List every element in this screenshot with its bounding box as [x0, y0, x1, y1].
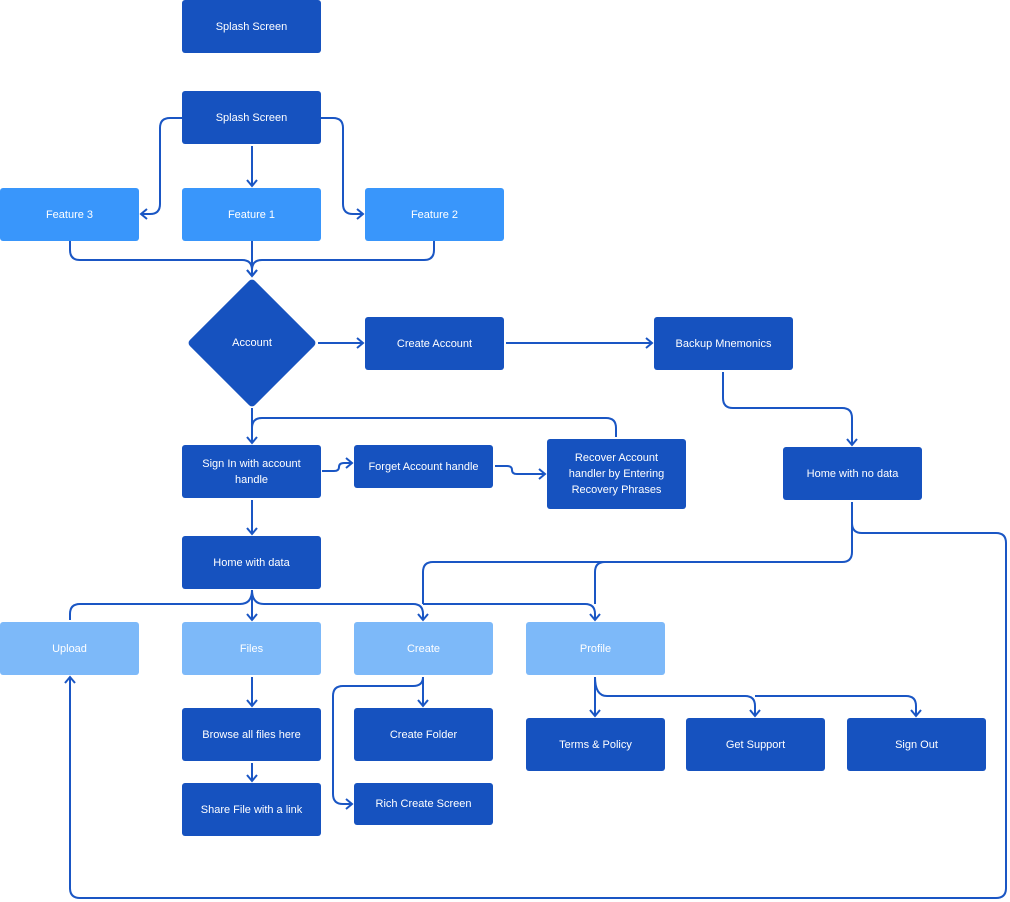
- edge-home-no-data-profile: [594, 561, 606, 604]
- node-browse-files: Browse all files here: [182, 708, 321, 761]
- edge-feature3-account: [69, 241, 258, 278]
- node-feature-3: Feature 3: [0, 188, 139, 241]
- node-home-no-data: Home with no data: [783, 447, 922, 500]
- edge-splash-feature2: [321, 117, 365, 220]
- edge-recover-sign-in: [251, 417, 617, 437]
- node-rich-create-screen: Rich Create Screen: [354, 783, 493, 825]
- node-home-with-data: Home with data: [182, 536, 321, 589]
- node-forget-account-handle: Forget Account handle: [354, 445, 493, 488]
- flowchart-canvas: Splash Screen Splash Screen Feature 3 Fe…: [0, 0, 1010, 902]
- node-upload: Upload: [0, 622, 139, 675]
- node-splash-screen-top: Splash Screen: [182, 0, 321, 53]
- node-create-account: Create Account: [365, 317, 504, 370]
- node-sign-in: Sign In with account handle: [182, 445, 321, 498]
- node-backup-mnemonics: Backup Mnemonics: [654, 317, 793, 370]
- edge-splash-feature3: [139, 117, 182, 220]
- edge-home-data-profile: [423, 603, 601, 622]
- edge-home-no-data-create: [422, 502, 853, 604]
- node-profile: Profile: [526, 622, 665, 675]
- node-recover-account: Recover Account handler by Entering Reco…: [547, 439, 686, 509]
- edge-profile-support: [594, 676, 761, 718]
- edge-backup-home-no-data: [722, 372, 858, 447]
- node-create: Create: [354, 622, 493, 675]
- edge-home-data-create: [251, 589, 429, 622]
- node-account-label: Account: [232, 337, 272, 349]
- node-files: Files: [182, 622, 321, 675]
- node-share-file: Share File with a link: [182, 783, 321, 836]
- edge-sign-in-forget: [322, 457, 354, 472]
- node-feature-1: Feature 1: [182, 188, 321, 241]
- node-terms-policy: Terms & Policy: [526, 718, 665, 771]
- edge-profile-sign-out: [755, 695, 922, 718]
- node-sign-out: Sign Out: [847, 718, 986, 771]
- node-create-folder: Create Folder: [354, 708, 493, 761]
- node-get-support: Get Support: [686, 718, 825, 771]
- node-feature-2: Feature 2: [365, 188, 504, 241]
- edge-home-data-upload: [69, 589, 253, 620]
- node-splash-screen: Splash Screen: [182, 91, 321, 144]
- edge-feature2-account: [251, 241, 435, 271]
- edge-forget-recover: [495, 465, 547, 480]
